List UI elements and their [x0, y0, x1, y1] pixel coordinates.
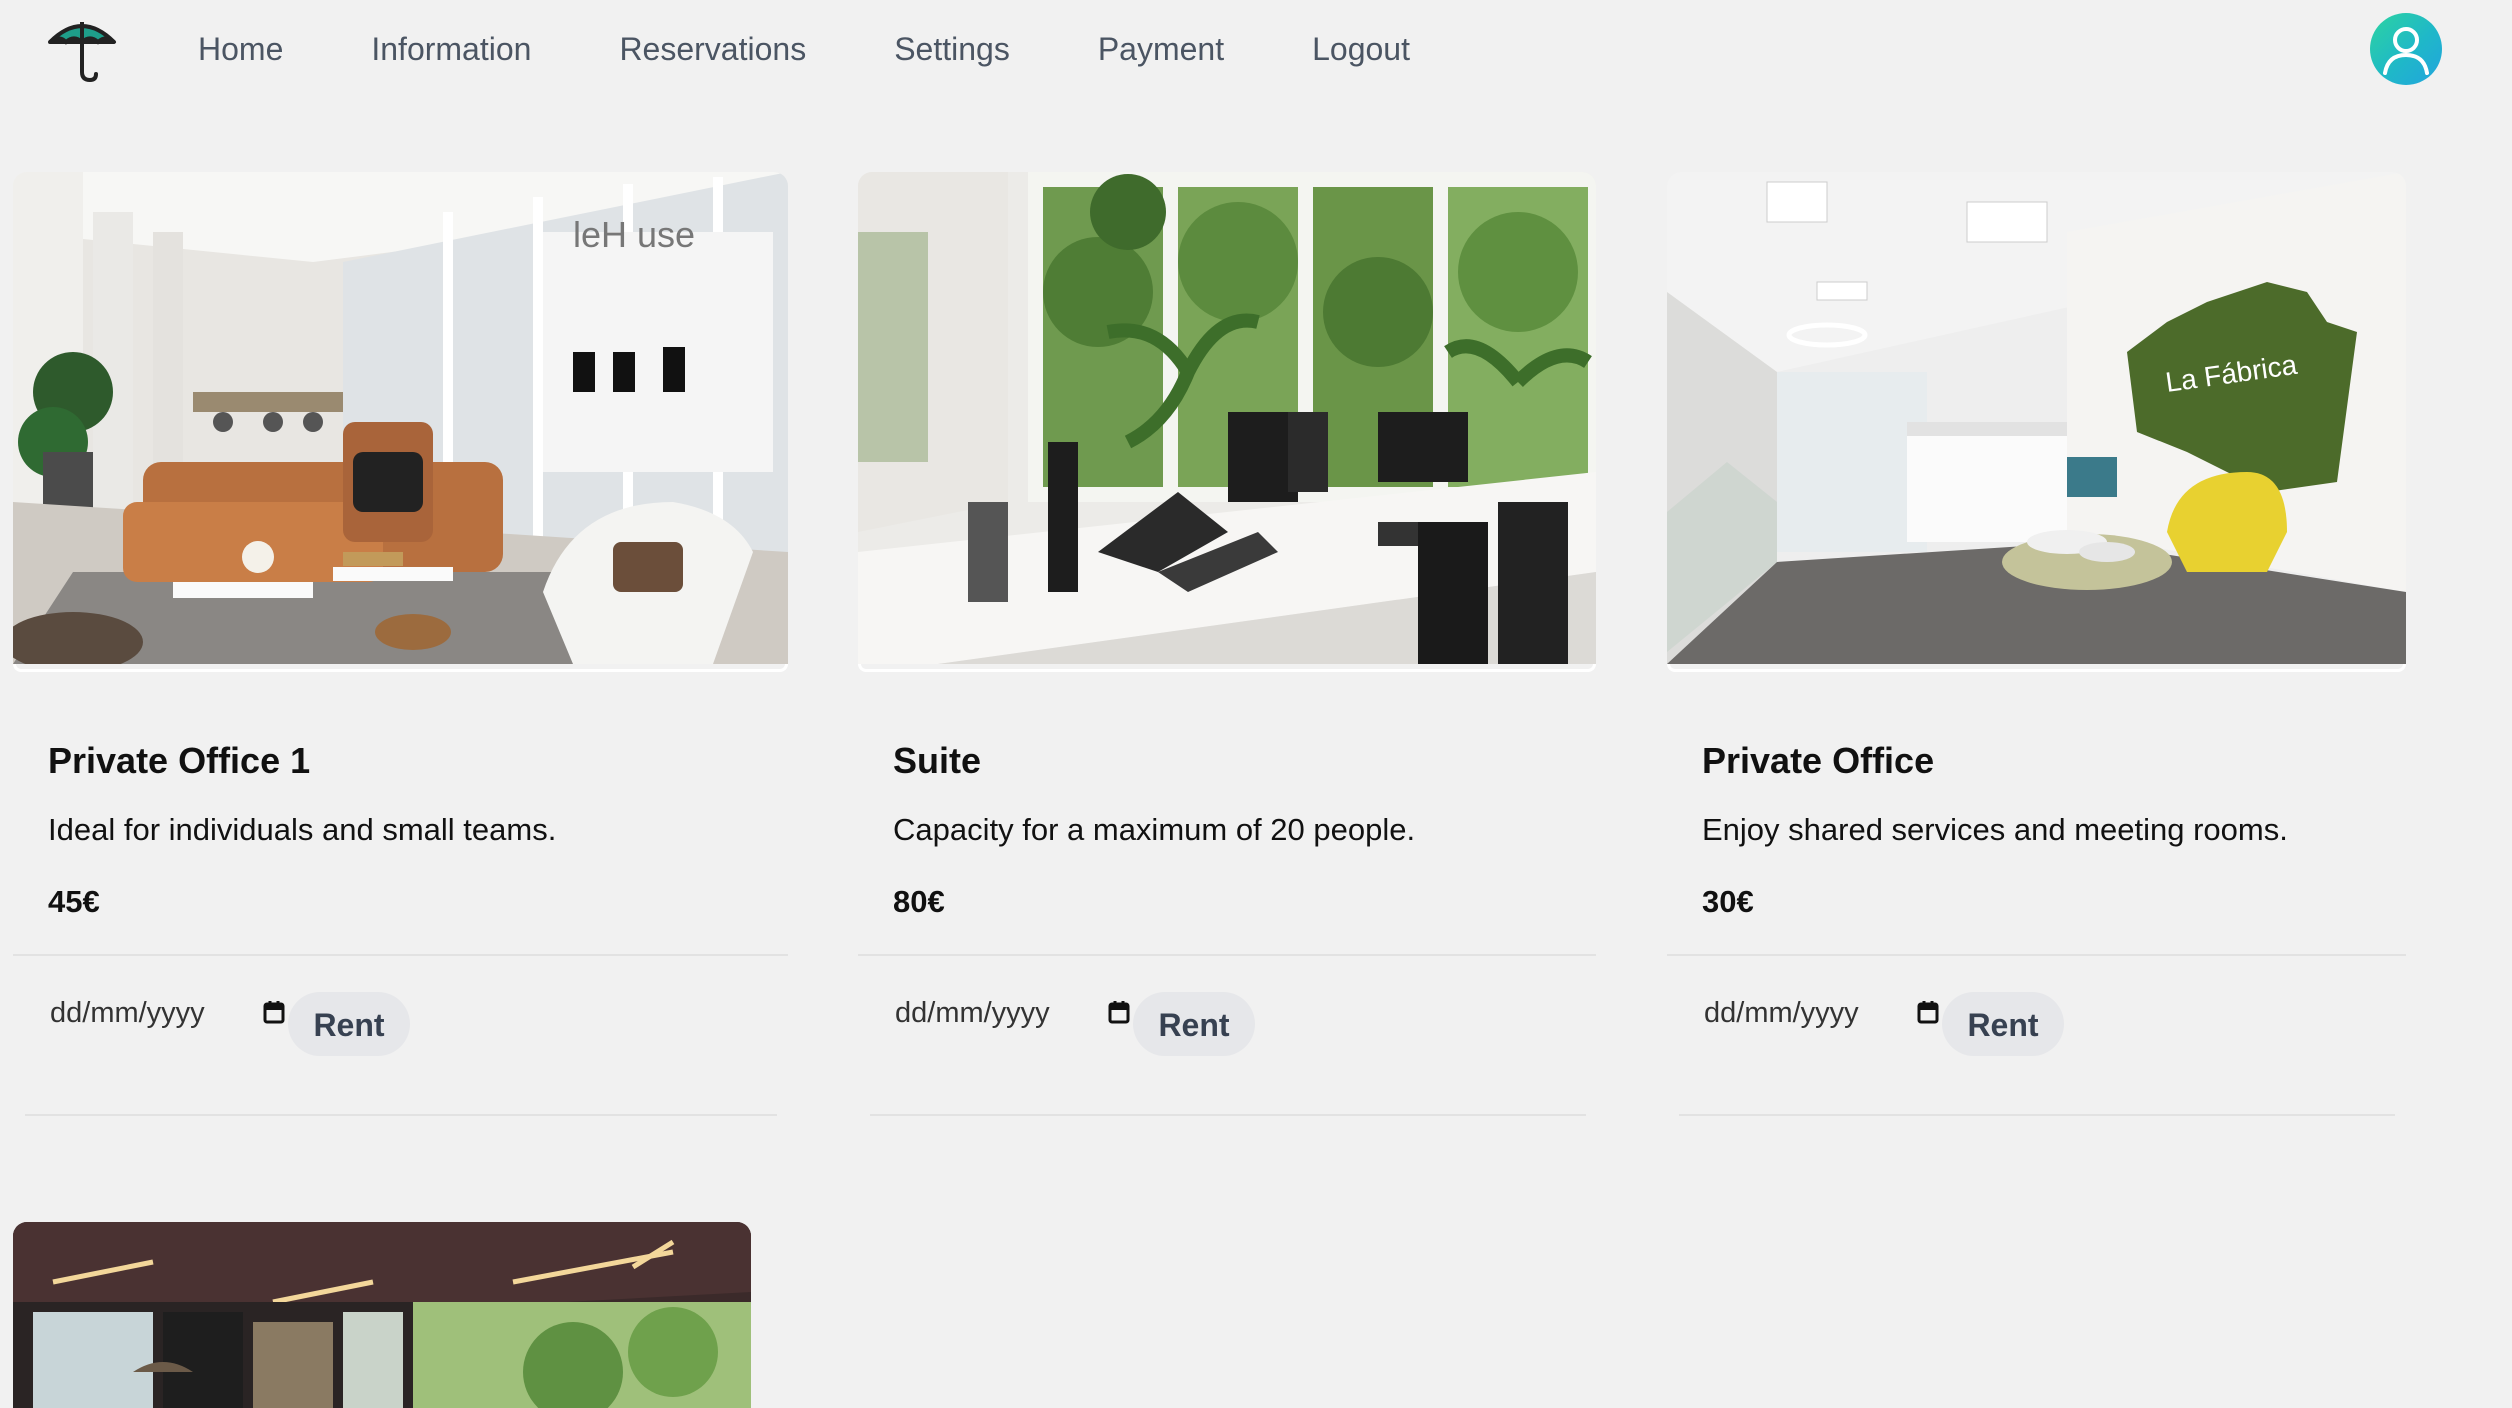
- building-sign-text: leH use: [573, 214, 695, 255]
- image-bottom-border: [13, 664, 788, 672]
- date-input[interactable]: dd/mm/yyyy: [50, 990, 300, 1036]
- office-card: Suite Capacity for a maximum of 20 peopl…: [858, 172, 1596, 1116]
- divider: [25, 1114, 777, 1116]
- office-photo: leH use: [13, 172, 788, 664]
- nav-link-logout[interactable]: Logout: [1312, 26, 1410, 72]
- calendar-icon[interactable]: [1917, 1000, 1939, 1024]
- card-title: Suite: [893, 740, 982, 781]
- date-placeholder: dd/mm/yyyy: [895, 997, 1050, 1029]
- divider: [1667, 954, 2406, 956]
- nav-link-information[interactable]: Information: [371, 26, 531, 72]
- office-card: leH use Private Office 1 Ideal for indiv…: [13, 172, 788, 1116]
- rent-button[interactable]: Rent: [1942, 992, 2064, 1056]
- date-placeholder: dd/mm/yyyy: [50, 997, 205, 1029]
- card-price: 30€: [1702, 884, 1754, 919]
- calendar-icon[interactable]: [263, 1000, 285, 1024]
- nav-links: Home Information Reservations Settings P…: [198, 26, 1498, 72]
- card-price: 45€: [48, 884, 100, 919]
- divider: [870, 1114, 1586, 1116]
- card-description: Capacity for a maximum of 20 people.: [893, 812, 1416, 847]
- card-title: Private Office: [1702, 740, 1935, 781]
- image-bottom-border: [1667, 664, 2406, 672]
- office-photo: La Fábrica: [1667, 172, 2406, 664]
- user-avatar[interactable]: [2370, 13, 2442, 85]
- date-input[interactable]: dd/mm/yyyy: [1704, 990, 1954, 1036]
- umbrella-icon[interactable]: [46, 18, 118, 83]
- card-description: Enjoy shared services and meeting rooms.: [1702, 812, 2288, 847]
- nav-link-settings[interactable]: Settings: [894, 26, 1010, 72]
- image-bottom-border: [858, 664, 1596, 672]
- divider: [13, 954, 788, 956]
- nav-link-home[interactable]: Home: [198, 26, 283, 72]
- card-price: 80€: [893, 884, 945, 919]
- user-icon: [2383, 27, 2429, 75]
- date-input[interactable]: dd/mm/yyyy: [895, 990, 1145, 1036]
- nav-link-reservations[interactable]: Reservations: [619, 26, 806, 72]
- rent-button[interactable]: Rent: [288, 992, 410, 1056]
- office-card: La Fábrica Private Office Enjoy shared s…: [1667, 172, 2406, 1116]
- office-photo: [13, 1222, 751, 1408]
- rent-button[interactable]: Rent: [1133, 992, 1255, 1056]
- divider: [1679, 1114, 2395, 1116]
- calendar-icon[interactable]: [1108, 1000, 1130, 1024]
- card-title: Private Office 1: [48, 740, 311, 781]
- divider: [858, 954, 1596, 956]
- date-placeholder: dd/mm/yyyy: [1704, 997, 1859, 1029]
- top-navbar: Home Information Reservations Settings P…: [0, 0, 2512, 100]
- office-photo: [858, 172, 1596, 664]
- card-description: Ideal for individuals and small teams.: [48, 812, 557, 847]
- nav-link-payment[interactable]: Payment: [1098, 26, 1224, 72]
